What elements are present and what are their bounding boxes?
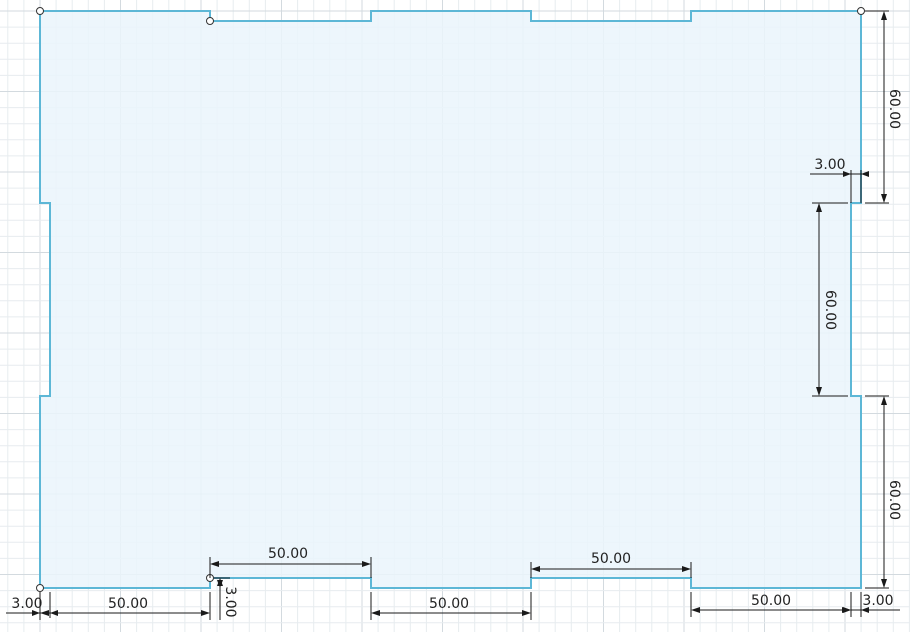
dimension-label: 3.00 bbox=[11, 596, 42, 612]
dimension-label: 60.00 bbox=[886, 89, 902, 129]
dimension-label: 50.00 bbox=[429, 596, 469, 612]
dimension-label: 3.00 bbox=[862, 593, 893, 609]
dimension-label: 50.00 bbox=[751, 593, 791, 609]
dimension-right-top-height[interactable]: 60.00 bbox=[865, 10, 902, 204]
dimension-label: 3.00 bbox=[814, 157, 845, 173]
dimension-label: 50.00 bbox=[591, 551, 631, 567]
dimension-left-offset[interactable]: 3.00 bbox=[6, 592, 58, 618]
vertex-top-right[interactable] bbox=[857, 7, 865, 15]
dimension-label: 60.00 bbox=[886, 480, 902, 520]
sketch-profile[interactable] bbox=[39, 10, 862, 589]
dimension-label: 3.00 bbox=[222, 586, 238, 617]
dimension-right-bottom-height[interactable]: 60.00 bbox=[865, 395, 902, 589]
sketch-canvas[interactable]: 60.00 3.00 60.00 60.00 50.00 50.00 50.00… bbox=[0, 0, 910, 632]
vertex-top-notch[interactable] bbox=[206, 17, 214, 25]
dimension-bottom-right-width[interactable]: 50.00 bbox=[690, 592, 852, 617]
vertex-bottom-left[interactable] bbox=[36, 584, 44, 592]
dimension-label: 60.00 bbox=[822, 290, 838, 330]
dimension-label: 50.00 bbox=[108, 596, 148, 612]
dimension-label: 50.00 bbox=[268, 546, 308, 562]
dimension-right-offset[interactable]: 3.00 bbox=[843, 592, 900, 617]
vertex-top-left[interactable] bbox=[36, 7, 44, 15]
